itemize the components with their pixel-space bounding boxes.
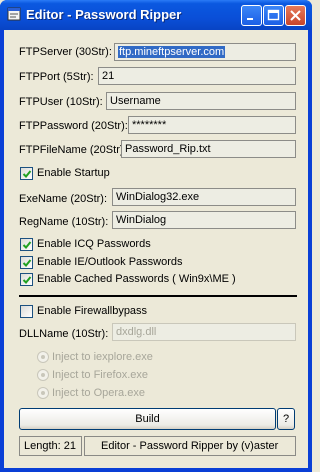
window-title: Editor - Password Ripper [26, 7, 182, 22]
close-icon [290, 10, 301, 21]
ftp-password-input[interactable]: ******** [128, 116, 296, 134]
help-button[interactable]: ? [277, 408, 295, 430]
maximize-icon [267, 9, 280, 21]
ftp-port-input[interactable]: 21 [98, 67, 296, 85]
title-bar[interactable]: Editor - Password Ripper [0, 0, 312, 30]
cached-label: Enable Cached Passwords ( Win9x\ME ) [37, 273, 236, 285]
inject-iexplore-label: Inject to iexplore.exe [52, 351, 153, 363]
icq-checkbox[interactable] [20, 238, 33, 251]
separator [19, 295, 297, 297]
status-length: Length: 21 [19, 436, 82, 456]
app-window: Editor - Password Ripper FTPServer (30St… [0, 0, 312, 472]
checkmark-icon [22, 276, 32, 284]
maximize-button[interactable] [263, 5, 284, 26]
ftp-server-label: FTPServer (30Str): [19, 46, 112, 58]
ftp-password-label: FTPPassword (20Str): [19, 120, 128, 132]
build-button[interactable]: Build [19, 408, 276, 430]
dll-name-input[interactable]: dxdlg.dll [112, 323, 296, 341]
startup-checkbox[interactable] [20, 167, 33, 180]
cached-checkbox[interactable] [20, 273, 33, 286]
ftp-server-value: ftp.mineftpserver.com [118, 46, 226, 58]
checkmark-icon [22, 241, 32, 249]
ie-outlook-checkbox[interactable] [20, 256, 33, 269]
exe-name-input[interactable]: WinDialog32.exe [112, 188, 296, 206]
status-credit: Editor - Password Ripper by (v)aster [84, 436, 296, 456]
ftp-user-label: FTPUser (10Str): [19, 96, 103, 108]
inject-firefox-label: Inject to Firefox.exe [52, 369, 148, 381]
ftp-filename-input[interactable]: Password_Rip.txt [121, 140, 296, 158]
inject-opera-label: Inject to Opera.exe [52, 387, 145, 399]
minimize-button[interactable] [241, 5, 262, 26]
app-icon [7, 7, 21, 21]
checkmark-icon [22, 259, 32, 267]
firewall-checkbox[interactable] [20, 305, 33, 318]
exe-name-label: ExeName (20Str): [19, 193, 108, 205]
startup-label: Enable Startup [37, 167, 110, 179]
icq-label: Enable ICQ Passwords [37, 238, 151, 250]
ftp-user-input[interactable]: Username [106, 92, 296, 110]
ie-outlook-label: Enable IE/Outlook Passwords [37, 256, 183, 268]
ftp-filename-label: FTPFileName (20Str): [19, 144, 127, 156]
dll-name-label: DLLName (10Str): [19, 328, 109, 340]
inject-opera-radio[interactable] [37, 387, 49, 399]
ftp-server-input[interactable]: ftp.mineftpserver.com [114, 43, 296, 61]
checkmark-icon [22, 170, 32, 178]
inject-firefox-radio[interactable] [37, 369, 49, 381]
reg-name-input[interactable]: WinDialog [112, 211, 296, 229]
close-button[interactable] [285, 5, 306, 26]
inject-iexplore-radio[interactable] [37, 351, 49, 363]
client-area: FTPServer (30Str): ftp.mineftpserver.com… [4, 30, 308, 468]
reg-name-label: RegName (10Str): [19, 216, 109, 228]
firewall-label: Enable Firewallbypass [37, 305, 148, 317]
ftp-port-label: FTPPort (5Str): [19, 71, 94, 83]
minimize-icon [247, 18, 253, 20]
